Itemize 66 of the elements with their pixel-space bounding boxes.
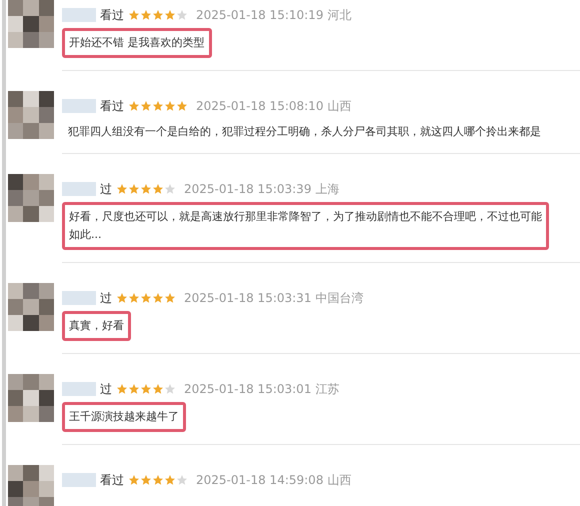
comment-region: 山西 [327, 472, 352, 489]
star-icon [140, 474, 152, 486]
comment-time: 2025-01-18 14:59:08 [196, 472, 324, 489]
star-icon [128, 9, 140, 21]
star-icon [152, 183, 164, 195]
star-icon [116, 292, 128, 304]
watched-label: 看过 [100, 7, 124, 24]
comment-time: 2025-01-18 15:08:10 [196, 98, 324, 115]
star-icon [116, 183, 128, 195]
comment-time: 2025-01-18 15:03:01 [184, 381, 312, 398]
star-icon [176, 100, 188, 112]
star-icon [128, 383, 140, 395]
star-icon [164, 383, 176, 395]
star-icon [152, 383, 164, 395]
star-icon [116, 383, 128, 395]
star-icon [140, 100, 152, 112]
username-blur [62, 291, 96, 305]
comment-text: 犯罪四人组没有一个是白给的，犯罪过程分工明确，杀人分尸各司其职，就这四人哪个拎出来都是 [68, 124, 542, 140]
avatar-placeholder [8, 0, 54, 48]
username-blur [62, 99, 96, 113]
comment-text: 开始还不错 是我喜欢的类型 [69, 35, 204, 51]
watched-label: 看过 [100, 98, 124, 115]
comment-text: 如此... [69, 227, 102, 243]
username-blur [62, 382, 96, 396]
star-icon [128, 292, 140, 304]
username-blur [62, 473, 96, 487]
star-icon [164, 9, 176, 21]
avatar-placeholder [8, 374, 54, 422]
watched-label: 过 [100, 290, 112, 307]
avatar-placeholder [8, 465, 54, 506]
watched-label: 过 [100, 181, 112, 198]
comment-region: 江苏 [315, 381, 340, 398]
comment-text: 王千源演技越来越牛了 [69, 409, 179, 425]
star-icon [140, 383, 152, 395]
username-blur [62, 8, 96, 22]
watched-label: 过 [100, 381, 112, 398]
star-icon [128, 474, 140, 486]
comment-region: 河北 [327, 7, 352, 24]
watched-label: 看过 [100, 472, 124, 489]
star-icon [140, 9, 152, 21]
username-blur [62, 182, 96, 196]
star-icon [152, 474, 164, 486]
star-icon [164, 292, 176, 304]
star-icon [128, 183, 140, 195]
star-icon [164, 183, 176, 195]
comment-region: 上海 [315, 181, 340, 198]
star-icon [164, 474, 176, 486]
star-icon [152, 9, 164, 21]
star-icon [152, 100, 164, 112]
comment-time: 2025-01-18 15:03:31 [184, 290, 312, 307]
avatar-placeholder [8, 283, 54, 331]
avatar-placeholder [8, 174, 54, 222]
avatar-placeholder [8, 91, 54, 139]
star-icon [140, 183, 152, 195]
star-icon [164, 100, 176, 112]
comment-time: 2025-01-18 15:03:39 [184, 181, 312, 198]
star-icon [140, 292, 152, 304]
star-icon [128, 100, 140, 112]
star-icon [152, 292, 164, 304]
comment-text: 好看，尺度也还可以，就是高速放行那里非常降智了，为了推动剧情也不能不合理吧，不过也可能 [69, 209, 542, 225]
comment-text: 真實，好看 [69, 318, 124, 334]
star-icon [176, 474, 188, 486]
comment-region: 山西 [327, 98, 352, 115]
star-icon [176, 9, 188, 21]
comment-region: 中国台湾 [315, 290, 364, 307]
comment-time: 2025-01-18 15:10:19 [196, 7, 324, 24]
